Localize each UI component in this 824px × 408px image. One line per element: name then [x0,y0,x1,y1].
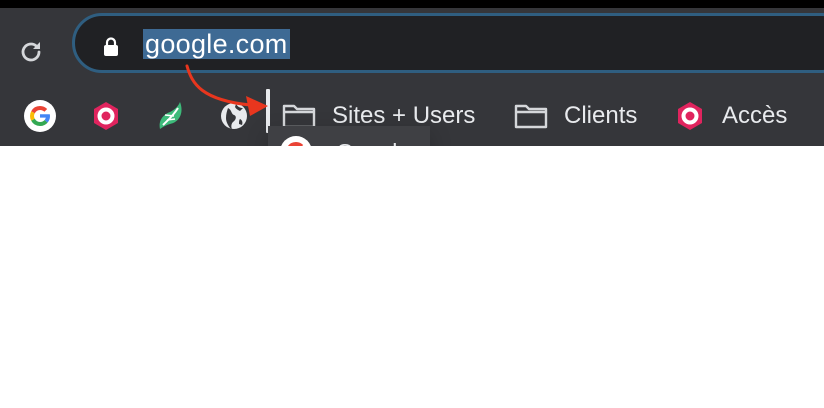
url-selection[interactable]: google.com [143,29,290,59]
reload-button[interactable] [16,37,46,67]
page-content-area [0,146,824,408]
bookmark-acces[interactable]: Accès [674,94,787,138]
folder-icon [514,104,548,129]
bookmark-hexagon[interactable] [90,94,122,138]
drag-annotation-arrow [185,64,268,116]
url-text[interactable]: google.com [143,28,290,61]
hexagon-red-icon [678,102,702,130]
google-g-icon [24,100,56,132]
lock-icon[interactable] [103,36,119,56]
bookmark-label: Clients [564,102,638,129]
bookmark-google[interactable] [24,94,56,138]
bookmark-label: Accès [722,102,788,129]
bookmark-folder-clients[interactable]: Clients [514,94,637,138]
window-top-edge [0,0,824,8]
hexagon-red-icon [94,102,118,130]
reload-icon [21,42,41,62]
